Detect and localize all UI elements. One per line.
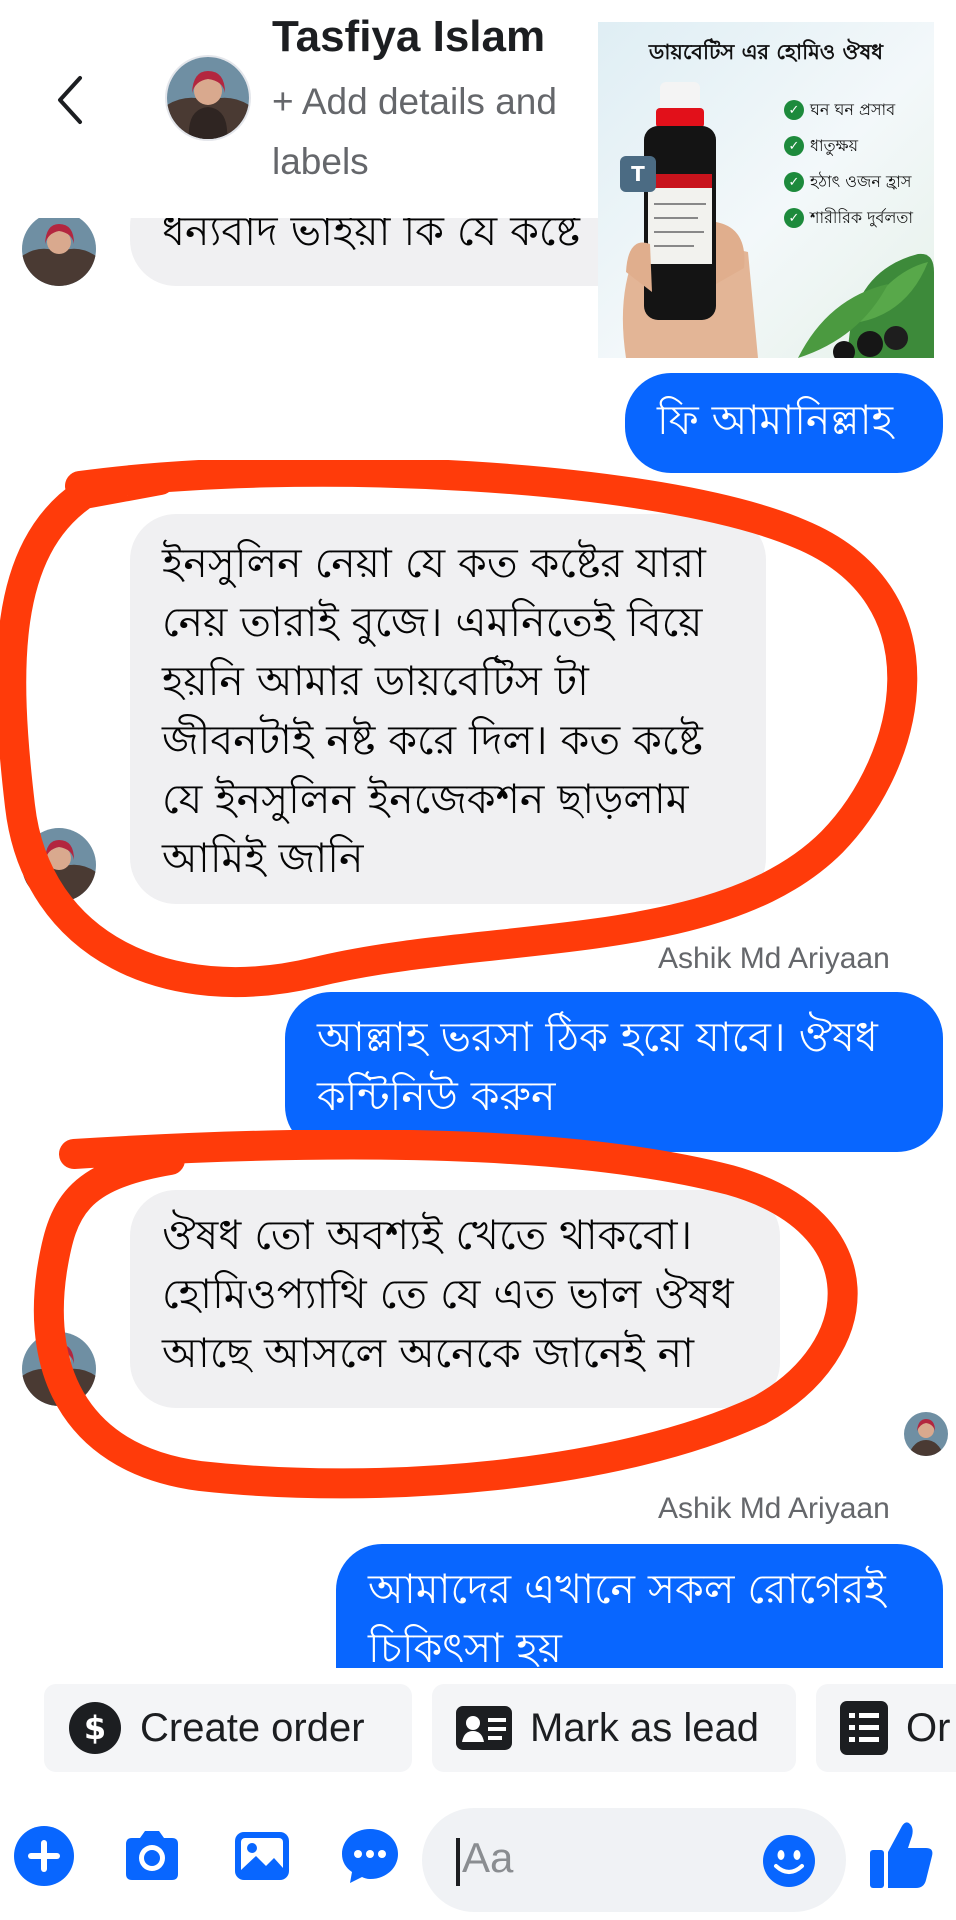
outgoing-message[interactable]: আল্লাহ ভরসা ঠিক হয়ে যাবে। ঔষধ কন্টিনিউ …: [285, 992, 943, 1152]
ad-symptom-item: ✓ ঘন ঘন প্রসাব: [784, 92, 913, 128]
ad-symptom-item: ✓ ধাতুক্ষয়: [784, 128, 913, 164]
sender-name: Ashik Md Ariyaan: [658, 942, 890, 975]
ad-symptom-list: ✓ ঘন ঘন প্রসাব ✓ ধাতুক্ষয় ✓ হঠাৎ ওজন হ্রাস…: [784, 92, 913, 236]
contact-card-icon: [456, 1706, 512, 1750]
order-chip[interactable]: Or: [816, 1684, 956, 1772]
check-icon: ✓: [784, 208, 804, 228]
add-details-link[interactable]: + Add details and labels: [272, 72, 602, 192]
incoming-message[interactable]: ইনসুলিন নেয়া যে কত কষ্টের যারা নেয় তার…: [130, 514, 766, 904]
message-composer: Aa: [0, 1800, 956, 1920]
dollar-icon: $: [69, 1702, 121, 1754]
incoming-message[interactable]: ঔষধ তো অবশ্যই খেতে থাকবো। হোমিওপ্যাথি তে…: [130, 1190, 780, 1408]
gallery-icon[interactable]: [230, 1824, 294, 1888]
camera-icon[interactable]: [120, 1824, 184, 1888]
mark-as-lead-chip[interactable]: Mark as lead: [432, 1684, 796, 1772]
ad-symptom-item: ✓ শারীরিক দুর্বলতা: [784, 200, 913, 236]
outgoing-message[interactable]: ফি আমানিল্লাহ: [625, 373, 943, 473]
check-icon: ✓: [784, 136, 804, 156]
ad-badge: T: [620, 156, 656, 192]
contact-avatar-small[interactable]: [22, 828, 96, 902]
message-input[interactable]: Aa: [422, 1808, 846, 1912]
ad-symptom-item: ✓ হঠাৎ ওজন হ্রাস: [784, 164, 913, 200]
svg-text:$: $: [84, 1709, 106, 1747]
chat-bubble-icon[interactable]: [338, 1824, 402, 1888]
plus-icon[interactable]: [12, 1824, 76, 1888]
emoji-icon[interactable]: [762, 1834, 816, 1888]
read-receipt-avatar: [904, 1412, 948, 1456]
text-caret: [456, 1838, 460, 1886]
thumbs-up-icon[interactable]: [868, 1820, 934, 1890]
contact-name[interactable]: Tasfiya Islam: [272, 12, 545, 62]
message-input-placeholder: Aa: [462, 1834, 514, 1881]
check-icon: ✓: [784, 172, 804, 192]
check-icon: ✓: [784, 100, 804, 120]
back-arrow-icon[interactable]: [50, 72, 90, 128]
contact-avatar-small[interactable]: [22, 212, 96, 286]
ad-image-overlay: ডায়বেটিস এর হোমিও ঔষধ T ✓ ঘন ঘন প্রসাব ✓…: [598, 22, 934, 358]
quick-actions-bar: $ Create order Mark as lead Or: [0, 1680, 956, 1780]
contact-avatar-small[interactable]: [22, 1332, 96, 1406]
create-order-chip[interactable]: $ Create order: [44, 1684, 412, 1772]
order-list-icon: [840, 1701, 888, 1755]
sender-name: Ashik Md Ariyaan: [658, 1492, 890, 1525]
outgoing-message[interactable]: আমাদের এখানে সকল রোগেরই চিকিৎসা হয়: [336, 1544, 943, 1668]
contact-avatar[interactable]: [165, 55, 251, 141]
